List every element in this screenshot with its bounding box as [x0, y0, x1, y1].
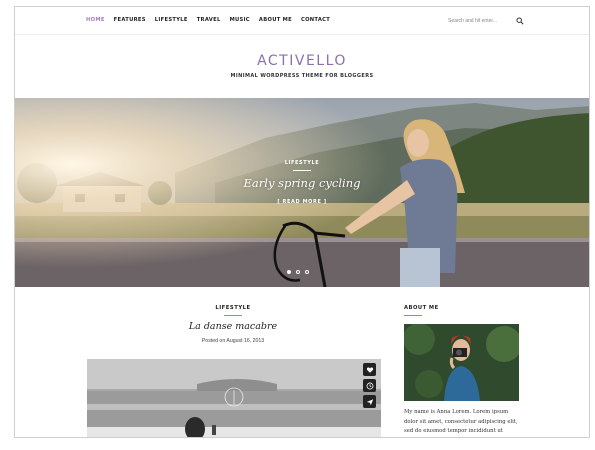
browser-page: HOME FEATURES LIFESTYLE TRAVEL MUSIC ABO… — [14, 6, 590, 438]
heart-icon — [366, 366, 373, 373]
post-meta: Posted on August 16, 2013 — [201, 338, 265, 344]
about-me-text: My name is Anna Lorem. Lorem ipsum dolor… — [404, 409, 518, 435]
read-later-button[interactable] — [363, 379, 376, 392]
nav-item-lifestyle[interactable]: LIFESTYLE — [155, 17, 188, 23]
nav-menu: HOME FEATURES LIFESTYLE TRAVEL MUSIC ABO… — [86, 17, 330, 23]
about-me-title: ABOUT ME — [404, 305, 439, 311]
share-button[interactable] — [363, 395, 376, 408]
about-me-divider — [404, 315, 422, 316]
nav-item-home[interactable]: HOME — [86, 17, 105, 23]
hero-caption: LIFESTYLE Early spring cycling [ READ MO… — [15, 160, 589, 208]
slider-dot-3[interactable] — [305, 270, 309, 274]
post-title[interactable]: La danse macabre — [87, 321, 379, 332]
slider-dots — [287, 270, 309, 274]
site-logo[interactable]: ACTIVELLO — [15, 53, 589, 69]
read-more-button[interactable]: [ READ MORE ] — [277, 199, 326, 205]
search-icon[interactable] — [516, 17, 524, 25]
nav-item-features[interactable]: FEATURES — [114, 17, 146, 23]
search-box — [448, 16, 524, 26]
post-image-scene — [87, 359, 381, 437]
nav-item-about-me[interactable]: ABOUT ME — [259, 17, 292, 23]
slider-dot-1[interactable] — [287, 270, 291, 274]
nav-item-travel[interactable]: TRAVEL — [197, 17, 221, 23]
post-divider — [224, 315, 242, 316]
hero-category[interactable]: LIFESTYLE — [15, 160, 589, 166]
post-category[interactable]: LIFESTYLE — [87, 305, 379, 311]
search-input[interactable] — [448, 18, 508, 24]
send-icon — [366, 398, 373, 405]
clock-icon — [366, 382, 373, 389]
sidebar: ABOUT ME My name is Anna Lorem. Lorem ip… — [404, 305, 520, 437]
post-image[interactable] — [87, 359, 381, 437]
hero-title[interactable]: Early spring cycling — [15, 176, 589, 190]
post-header: LIFESTYLE La danse macabre Posted on Aug… — [87, 305, 379, 344]
about-me-photo-scene — [404, 324, 519, 401]
share-buttons — [363, 363, 376, 408]
about-me-photo — [404, 324, 519, 401]
site-branding: ACTIVELLO MINIMAL WORDPRESS THEME FOR BL… — [15, 53, 589, 79]
hero-divider — [293, 170, 311, 171]
nav-item-music[interactable]: MUSIC — [230, 17, 250, 23]
site-tagline: MINIMAL WORDPRESS THEME FOR BLOGGERS — [230, 73, 374, 79]
top-navigation: HOME FEATURES LIFESTYLE TRAVEL MUSIC ABO… — [15, 7, 589, 35]
hero-slider: LIFESTYLE Early spring cycling [ READ MO… — [15, 98, 589, 287]
slider-dot-2[interactable] — [296, 270, 300, 274]
nav-item-contact[interactable]: CONTACT — [301, 17, 330, 23]
like-button[interactable] — [363, 363, 376, 376]
